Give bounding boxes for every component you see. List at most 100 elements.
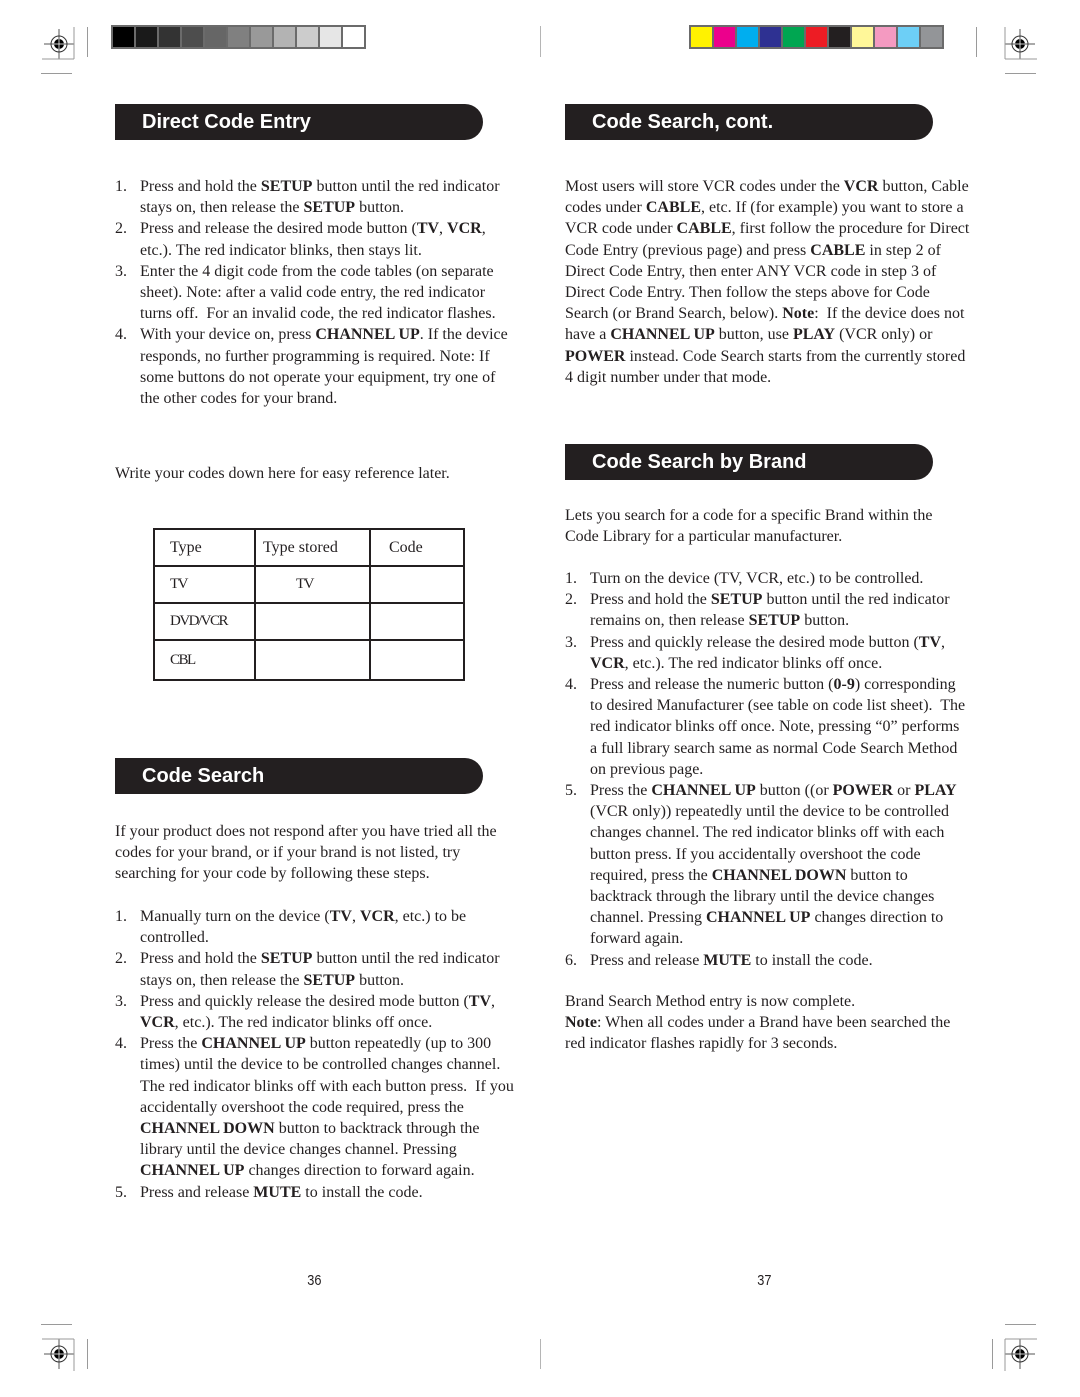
table-cell-type: TV: [153, 565, 256, 604]
table-cell-type-stored[interactable]: [254, 602, 371, 641]
note-text: : When all codes under a Brand have been…: [565, 1014, 951, 1053]
table-cell-code[interactable]: [369, 639, 465, 681]
step-number: 1.: [115, 908, 127, 925]
step-number: 3.: [115, 262, 127, 280]
color-swatch: [714, 27, 735, 47]
color-swatch: [852, 27, 873, 47]
color-swatch: [898, 27, 919, 47]
center-fold-mark: [540, 26, 541, 57]
code-search-intro: If your product does not respond after y…: [115, 823, 497, 883]
step-text: Enter the 4 digit code from the code tab…: [140, 262, 496, 323]
crop-mark: [1005, 73, 1036, 74]
step-number: 4.: [115, 1035, 127, 1053]
table-header-row: Type Type stored Code: [153, 528, 465, 567]
step-text: Press and hold the SETUP button until th…: [140, 178, 500, 217]
step-text: Manually turn on the device (TV, VCR, et…: [140, 908, 467, 947]
section-header-code-search-by-brand: Code Search by Brand: [565, 444, 933, 480]
step-text: Press and quickly release the desired mo…: [140, 992, 496, 1032]
brand-search-intro: Lets you search for a code for a specifi…: [565, 507, 933, 546]
step-number: 5.: [115, 1183, 127, 1201]
list-item: 5. Press and release MUTE to install the …: [115, 1182, 515, 1203]
page-number-left: 36: [307, 1272, 322, 1289]
registration-mark-icon: [1004, 1338, 1037, 1371]
crop-mark: [1005, 1324, 1036, 1325]
step-number: 4.: [115, 326, 127, 344]
step-number: 3.: [565, 633, 577, 651]
crop-mark: [992, 1339, 993, 1369]
step-text: Press and release the desired mode butto…: [140, 220, 486, 259]
list-item: 2. Press and hold the SETUP button until …: [115, 948, 515, 990]
step-text: Press and release MUTE to install the co…: [590, 951, 873, 969]
color-swatch: [806, 27, 827, 47]
registration-mark-icon: [42, 1338, 75, 1371]
table-cell-type: CBL: [153, 639, 256, 681]
list-item: 1. Press and hold the SETUP button until …: [115, 176, 515, 218]
brand-search-steps: 1. Turn on the device (TV, VCR, etc.) to …: [565, 568, 970, 971]
list-item: 3. Press and quickly release the desired …: [115, 991, 515, 1033]
step-number: 4.: [565, 676, 577, 694]
grayscale-swatch: [113, 27, 134, 47]
codes-reference-table: Type Type stored Code TV TV DVD/VCR CBL: [153, 528, 465, 681]
list-item: 4. Press the CHANNEL UP button repeatedly…: [115, 1033, 515, 1181]
table-header-code: Code: [369, 528, 465, 567]
grayscale-swatch: [182, 27, 203, 47]
list-item: 2. Press and hold the SETUP button until …: [565, 589, 970, 631]
color-swatch: [783, 27, 804, 47]
list-item: 5. Press the CHANNEL UP button ((or POWER…: [565, 780, 970, 950]
step-number: 2.: [565, 591, 577, 609]
list-item: 4. Press and release the numeric button (…: [565, 674, 970, 780]
table-cell-code[interactable]: [369, 602, 465, 641]
color-swatch: [875, 27, 896, 47]
table-row: CBL: [153, 639, 465, 681]
grayscale-swatch: [297, 27, 318, 47]
step-text: Press the CHANNEL UP button ((or POWER o…: [590, 782, 957, 948]
table-cell-type-stored[interactable]: [254, 639, 371, 681]
page-number-right: 37: [757, 1272, 772, 1289]
code-search-steps: 1. Manually turn on the device (TV, VCR, …: [115, 906, 515, 1203]
table-row: TV TV: [153, 565, 465, 604]
grayscale-swatch: [136, 27, 157, 47]
step-text: Turn on the device (TV, VCR, etc.) to be…: [590, 570, 924, 587]
grayscale-color-bar: [111, 25, 366, 49]
section-header-direct-code-entry: Direct Code Entry: [115, 104, 483, 140]
note-label: Note: [565, 1014, 597, 1032]
crop-mark: [41, 1324, 72, 1325]
step-text: Press and release the numeric button (0-…: [590, 676, 966, 778]
grayscale-swatch: [274, 27, 295, 47]
table-cell-code[interactable]: [369, 565, 465, 604]
completion-text: Brand Search Method entry is now complet…: [565, 993, 856, 1010]
color-swatch: [737, 27, 758, 47]
step-number: 3.: [115, 992, 127, 1010]
registration-mark-icon: [42, 27, 75, 60]
step-number: 1.: [565, 570, 577, 587]
list-item: 6. Press and release MUTE to install the …: [565, 950, 970, 971]
step-text: Press the CHANNEL UP button repeatedly (…: [140, 1035, 514, 1180]
crop-mark: [976, 27, 977, 57]
step-text: With your device on, press CHANNEL UP. I…: [140, 326, 508, 408]
color-swatch: [691, 27, 712, 47]
table-header-type: Type: [153, 528, 256, 567]
list-item: 3. Enter the 4 digit code from the code t…: [115, 261, 515, 325]
grayscale-swatch: [343, 27, 364, 47]
code-search-cont-body: Most users will store VCR codes under th…: [565, 178, 970, 386]
color-swatch: [760, 27, 781, 47]
step-number: 5.: [565, 782, 577, 800]
crop-mark: [87, 27, 88, 57]
table-row: DVD/VCR: [153, 602, 465, 641]
grayscale-swatch: [320, 27, 341, 47]
step-text: Press and hold the SETUP button until th…: [140, 950, 500, 989]
step-number: 6.: [565, 951, 577, 969]
crop-mark: [87, 1339, 88, 1369]
list-item: 2. Press and release the desired mode but…: [115, 218, 515, 260]
direct-code-entry-steps: 1. Press and hold the SETUP button until …: [115, 176, 515, 409]
grayscale-swatch: [228, 27, 249, 47]
brand-search-completion: Brand Search Method entry is now complet…: [565, 991, 970, 1055]
color-swatch: [829, 27, 850, 47]
step-text: Press and quickly release the desired mo…: [590, 633, 946, 672]
step-number: 2.: [115, 220, 127, 238]
center-fold-mark: [540, 1339, 541, 1369]
step-text: Press and hold the SETUP button until th…: [590, 591, 950, 630]
list-item: 4. With your device on, press CHANNEL UP.…: [115, 324, 515, 409]
color-swatch: [921, 27, 942, 47]
table-cell-type-stored: TV: [254, 565, 371, 604]
